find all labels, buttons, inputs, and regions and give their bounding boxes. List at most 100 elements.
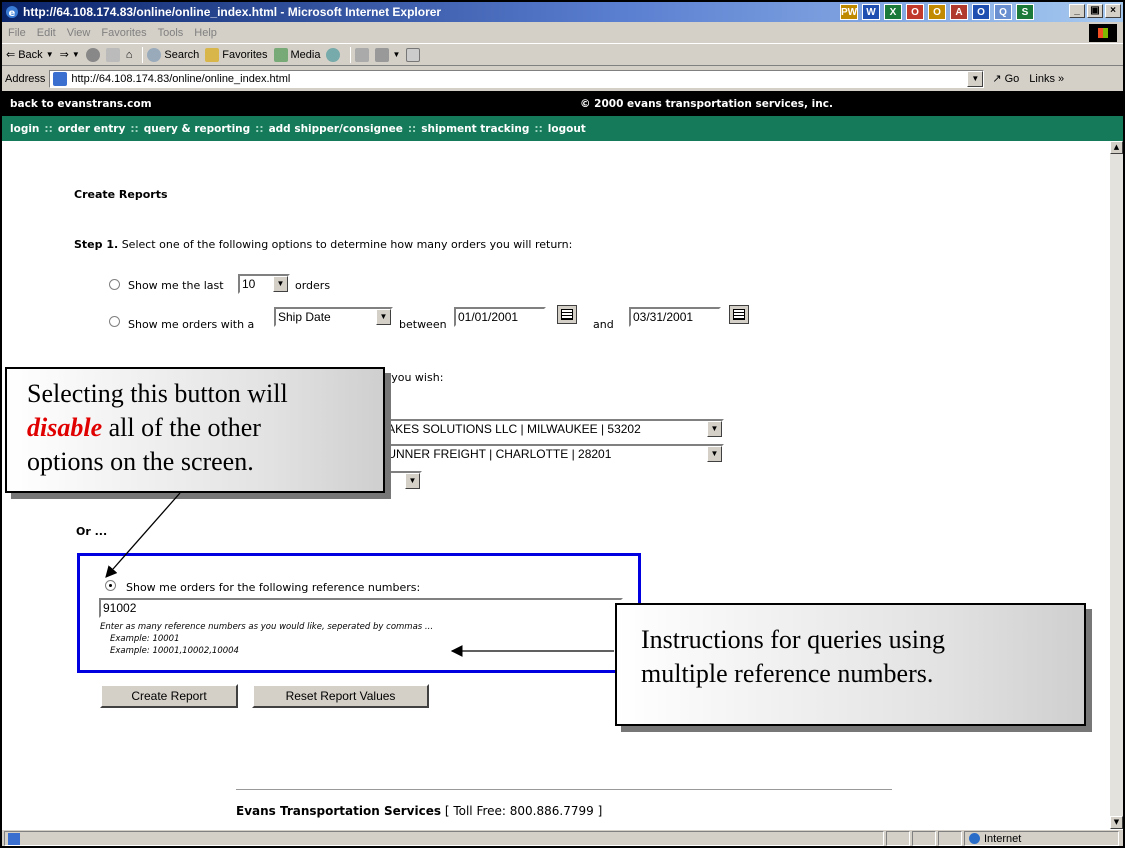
copyright-text: © 2000 evans transportation services, in…: [580, 97, 833, 110]
menu-edit[interactable]: Edit: [37, 27, 56, 39]
back-to-site-link[interactable]: back to evanstrans.com: [10, 98, 152, 110]
forward-arrow-icon: ⇒: [59, 49, 69, 61]
go-arrow-icon: ↗: [992, 73, 1002, 85]
menu-file[interactable]: File: [8, 27, 26, 39]
nav-separator: ::: [44, 122, 53, 135]
media-button[interactable]: Media: [273, 47, 321, 62]
address-url: http://64.108.174.83/online/online_index…: [71, 72, 291, 85]
page-status-icon: [8, 833, 20, 845]
menu-favorites[interactable]: Favorites: [101, 27, 146, 39]
status-cell: [938, 831, 962, 846]
menu-tools[interactable]: Tools: [158, 27, 184, 39]
app-icon[interactable]: S: [1016, 4, 1034, 20]
site-nav: login :: order entry :: query & reportin…: [2, 116, 1123, 141]
status-cell: [912, 831, 936, 846]
minimize-button[interactable]: _: [1069, 4, 1085, 18]
nav-separator: ::: [255, 122, 264, 135]
edit-icon: [406, 47, 421, 62]
nav-login[interactable]: login: [10, 123, 39, 135]
outlook-icon[interactable]: O: [928, 4, 946, 20]
window-controls: _ ▣ ×: [1069, 4, 1121, 18]
access-icon[interactable]: A: [950, 4, 968, 20]
print-icon: [375, 47, 390, 62]
favorites-button[interactable]: Favorites: [205, 47, 268, 62]
site-header: back to evanstrans.com © 2000 evans tran…: [2, 91, 1123, 116]
mail-button[interactable]: [355, 47, 370, 62]
toolbar: ⇐ Back ▼ ⇒ ▼ ⌂ Search Favorites Media ▼: [2, 44, 1123, 66]
media-label: Media: [290, 48, 321, 61]
zone-label: Internet: [984, 832, 1022, 845]
forward-button[interactable]: ⇒ ▼: [60, 48, 80, 61]
address-label: Address: [5, 72, 46, 85]
nav-separator: ::: [407, 122, 417, 135]
history-icon: [326, 47, 341, 62]
app-icon[interactable]: O: [972, 4, 990, 20]
excel-icon[interactable]: X: [884, 4, 902, 20]
refresh-button[interactable]: [105, 47, 120, 62]
search-label: Search: [164, 48, 200, 61]
go-button[interactable]: ↗ Go: [992, 72, 1020, 86]
history-button[interactable]: [326, 47, 341, 62]
nav-query-reporting[interactable]: query & reporting: [144, 123, 250, 135]
toolbar-separator: [142, 46, 144, 63]
svg-text:e: e: [9, 8, 16, 19]
word-icon[interactable]: W: [862, 4, 880, 20]
globe-icon: [969, 833, 980, 844]
toolbar-separator: [350, 46, 352, 63]
print-button[interactable]: ▼: [375, 47, 401, 62]
chevron-down-icon: ▼: [71, 50, 80, 59]
search-icon[interactable]: Q: [994, 4, 1012, 20]
windows-logo-icon: [1089, 24, 1117, 42]
menu-help[interactable]: Help: [194, 27, 217, 39]
title-bar: e http://64.108.174.83/online/online_ind…: [2, 2, 1123, 22]
powerpoint-icon[interactable]: O: [906, 4, 924, 20]
page-icon: [53, 71, 68, 86]
search-button[interactable]: Search: [147, 47, 200, 62]
window-title: http://64.108.174.83/online/online_index…: [23, 5, 442, 19]
back-arrow-icon: ⇐: [6, 49, 16, 61]
nav-shipment-tracking[interactable]: shipment tracking: [421, 123, 529, 135]
menu-bar: File Edit View Favorites Tools Help: [2, 22, 1123, 44]
close-button[interactable]: ×: [1105, 4, 1121, 18]
nav-add-shipper[interactable]: add shipper/consignee: [269, 123, 403, 135]
favorites-label: Favorites: [222, 48, 268, 61]
chevron-down-icon[interactable]: ▼: [967, 70, 984, 87]
restore-button[interactable]: ▣: [1087, 4, 1103, 18]
home-icon: ⌂: [125, 48, 133, 61]
refresh-icon: [105, 47, 120, 62]
zone-cell: Internet: [964, 831, 1119, 846]
arrow-to-radio: [105, 492, 181, 578]
nav-logout[interactable]: logout: [548, 123, 586, 135]
nav-separator: ::: [130, 122, 139, 135]
stop-button[interactable]: [85, 47, 100, 62]
nav-separator: ::: [534, 122, 543, 135]
mail-icon: [355, 47, 370, 62]
favorites-icon: [205, 47, 220, 62]
status-cell: [886, 831, 910, 846]
browser-window: e http://64.108.174.83/online/online_ind…: [0, 0, 1125, 848]
edit-button[interactable]: [406, 47, 421, 62]
address-input[interactable]: http://64.108.174.83/online/online_index…: [49, 69, 985, 88]
status-text-cell: [4, 831, 884, 846]
chevron-down-icon: ▼: [45, 50, 54, 59]
links-button[interactable]: Links »: [1029, 73, 1064, 85]
back-button[interactable]: ⇐ Back ▼: [6, 48, 54, 62]
menu-view[interactable]: View: [67, 27, 91, 39]
chevron-down-icon: ▼: [392, 50, 401, 59]
scroll-down-arrow-icon[interactable]: ▼: [1110, 816, 1123, 829]
vertical-scrollbar[interactable]: ▲ ▼: [1110, 141, 1123, 829]
callout-arrows: [105, 492, 614, 657]
scroll-up-arrow-icon[interactable]: ▲: [1110, 141, 1123, 154]
status-bar: Internet: [2, 829, 1123, 846]
go-label: Go: [1004, 72, 1020, 85]
ie-icon: e: [6, 6, 18, 19]
stop-icon: [85, 47, 100, 62]
media-icon: [273, 47, 288, 62]
home-button[interactable]: ⌂: [126, 49, 133, 61]
links-label: Links: [1029, 72, 1055, 85]
back-label: Back: [18, 48, 43, 61]
quick-launch-icons: PW W X O O A O Q S: [840, 4, 1034, 20]
nav-order-entry[interactable]: order entry: [58, 123, 126, 135]
address-bar: Address http://64.108.174.83/online/onli…: [2, 67, 1123, 90]
app-icon[interactable]: PW: [840, 4, 858, 20]
